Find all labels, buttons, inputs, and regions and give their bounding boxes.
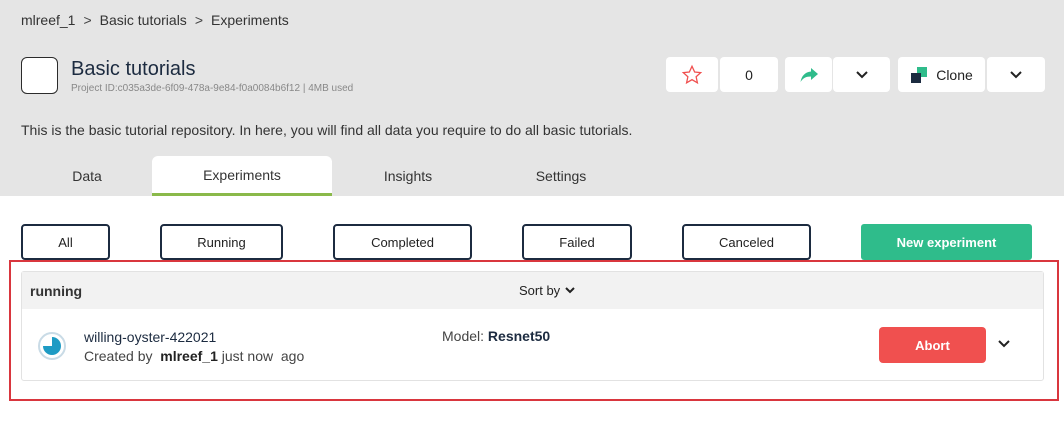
breadcrumb-separator: >	[83, 12, 92, 28]
experiment-model: Model: Resnet50	[442, 328, 550, 344]
filter-running-button[interactable]: Running	[160, 224, 283, 260]
project-avatar	[21, 57, 58, 94]
breadcrumb-item-basic-tutorials[interactable]: Basic tutorials	[100, 12, 187, 28]
chevron-down-icon[interactable]	[996, 336, 1012, 352]
tab-insights[interactable]: Insights	[332, 156, 484, 196]
share-icon	[800, 67, 818, 82]
filter-all-button[interactable]: All	[21, 224, 110, 260]
experiment-name[interactable]: willing-oyster-422021	[84, 329, 216, 345]
filter-failed-button[interactable]: Failed	[522, 224, 632, 260]
sort-by-dropdown[interactable]: Sort by	[519, 283, 576, 298]
chevron-down-icon	[565, 287, 575, 294]
tab-settings[interactable]: Settings	[484, 156, 638, 196]
created-by-label: Created by	[84, 348, 153, 364]
creator-name[interactable]: mlreef_1	[160, 348, 218, 364]
filter-canceled-button[interactable]: Canceled	[682, 224, 811, 260]
chevron-down-icon	[1010, 70, 1022, 78]
model-name: Resnet50	[487, 328, 551, 344]
star-count: 0	[720, 57, 778, 92]
tab-experiments[interactable]: Experiments	[152, 156, 332, 196]
model-label: Model:	[442, 328, 485, 344]
sort-by-label: Sort by	[519, 283, 561, 298]
breadcrumb-item-experiments[interactable]: Experiments	[211, 12, 289, 28]
new-experiment-button[interactable]: New experiment	[861, 224, 1032, 260]
project-header: mlreef_1 > Basic tutorials > Experiments…	[0, 0, 1064, 196]
progress-pie-icon	[38, 332, 66, 360]
star-button[interactable]	[666, 57, 718, 92]
experiment-meta: Created by mlreef_1 just now ago	[84, 348, 304, 364]
chevron-down-icon	[855, 70, 868, 78]
clone-icon	[911, 66, 928, 83]
clone-dropdown-button[interactable]	[987, 57, 1045, 92]
breadcrumb-separator: >	[194, 12, 203, 28]
fork-dropdown-button[interactable]	[833, 57, 890, 92]
star-icon	[681, 64, 703, 84]
fork-button[interactable]	[785, 57, 832, 92]
created-ago: ago	[280, 348, 305, 364]
list-header: running Sort by	[22, 272, 1043, 309]
status-group-label: running	[30, 283, 83, 299]
breadcrumb: mlreef_1 > Basic tutorials > Experiments	[21, 12, 289, 28]
project-id-text: Project ID:c035a3de-6f09-478a-9e84-f0a00…	[71, 83, 354, 94]
page-title: Basic tutorials	[71, 58, 196, 80]
abort-button[interactable]: Abort	[879, 327, 986, 363]
breadcrumb-item-mlreef[interactable]: mlreef_1	[21, 12, 75, 28]
experiment-list: running Sort by willing-oyster-422021 Cr…	[21, 271, 1044, 381]
tab-data[interactable]: Data	[22, 156, 152, 196]
created-time: just now	[221, 348, 274, 364]
clone-button[interactable]: Clone	[898, 57, 985, 92]
clone-label: Clone	[936, 66, 973, 83]
filter-completed-button[interactable]: Completed	[333, 224, 472, 260]
project-description: This is the basic tutorial repository. I…	[21, 122, 633, 138]
